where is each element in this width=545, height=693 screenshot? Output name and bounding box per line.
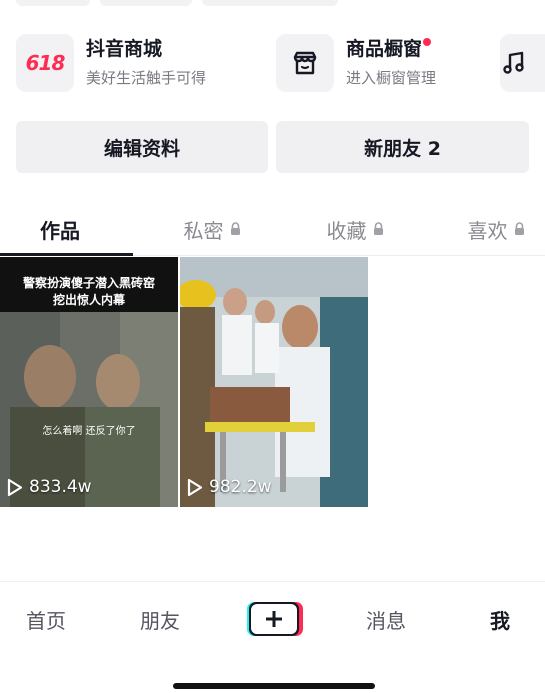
view-count-text: 833.4w	[29, 477, 92, 497]
tab-private-label: 私密	[183, 218, 224, 243]
top-pill-2[interactable]	[100, 0, 192, 6]
tab-works-label: 作品	[40, 218, 80, 243]
nav-friends[interactable]: 朋友	[115, 604, 205, 634]
notification-dot	[423, 38, 432, 46]
home-indicator[interactable]	[173, 683, 375, 689]
nav-messages[interactable]: 消息	[341, 604, 431, 634]
profile-tabs: 作品 私密 收藏 喜欢	[0, 203, 545, 256]
create-post-button[interactable]	[243, 599, 303, 639]
tab-likes[interactable]: 喜欢	[446, 203, 545, 255]
video-caption-line1: 警察扮演傻子潜入黑砖窑	[22, 276, 155, 290]
lock-icon	[373, 222, 383, 235]
mall-subtitle: 美好生活触手可得	[86, 69, 207, 87]
tab-likes-label: 喜欢	[467, 218, 508, 243]
view-count: 833.4w	[6, 477, 92, 497]
video-subtitle: 怎么着啊 还反了你了	[42, 426, 136, 437]
top-pill-3[interactable]	[202, 0, 338, 6]
view-count: 982.2w	[186, 477, 272, 497]
new-friends-button[interactable]: 新朋友 2	[276, 121, 529, 173]
edit-profile-button[interactable]: 编辑资料	[16, 121, 268, 173]
video-caption-line2: 挖出惊人内幕	[52, 293, 125, 307]
mall-618-badge: 618	[25, 51, 66, 75]
bottom-nav: 首页 朋友 消息 我	[0, 581, 545, 693]
play-icon	[7, 478, 23, 496]
top-pill-1[interactable]	[16, 0, 90, 6]
music-note-icon	[500, 34, 545, 92]
lock-icon	[514, 222, 524, 235]
shop-618-icon: 618	[16, 34, 74, 92]
showcase-title-text: 商品橱窗	[346, 38, 423, 60]
play-icon	[187, 478, 203, 496]
tab-favorites-label: 收藏	[326, 218, 367, 243]
showcase-subtitle: 进入橱窗管理	[346, 69, 437, 87]
tab-private[interactable]: 私密	[162, 203, 262, 255]
storefront-icon	[276, 34, 334, 92]
lock-icon	[230, 222, 240, 235]
mall-title: 抖音商城	[86, 38, 163, 60]
video-thumbnail-image	[180, 257, 368, 507]
view-count-text: 982.2w	[209, 477, 272, 497]
showcase-entry[interactable]: 商品橱窗 进入橱窗管理	[276, 33, 436, 93]
active-tab-indicator	[0, 253, 133, 256]
nav-me[interactable]: 我	[455, 604, 545, 634]
douyin-mall-entry[interactable]: 618 抖音商城 美好生活触手可得	[16, 33, 206, 93]
tab-favorites[interactable]: 收藏	[305, 203, 405, 255]
plus-icon	[247, 602, 303, 636]
showcase-title: 商品橱窗	[346, 36, 432, 62]
video-thumbnail[interactable]: 警察扮演傻子潜入黑砖窑 挖出惊人内幕 怎么着啊 还反了你了 833.4w	[0, 257, 178, 507]
video-caption: 警察扮演傻子潜入黑砖窑 挖出惊人内幕	[0, 275, 178, 309]
nav-home[interactable]: 首页	[1, 604, 91, 634]
tab-works[interactable]: 作品	[0, 203, 120, 255]
video-thumbnail[interactable]: 982.2w	[180, 257, 368, 507]
music-entry[interactable]	[500, 33, 545, 93]
